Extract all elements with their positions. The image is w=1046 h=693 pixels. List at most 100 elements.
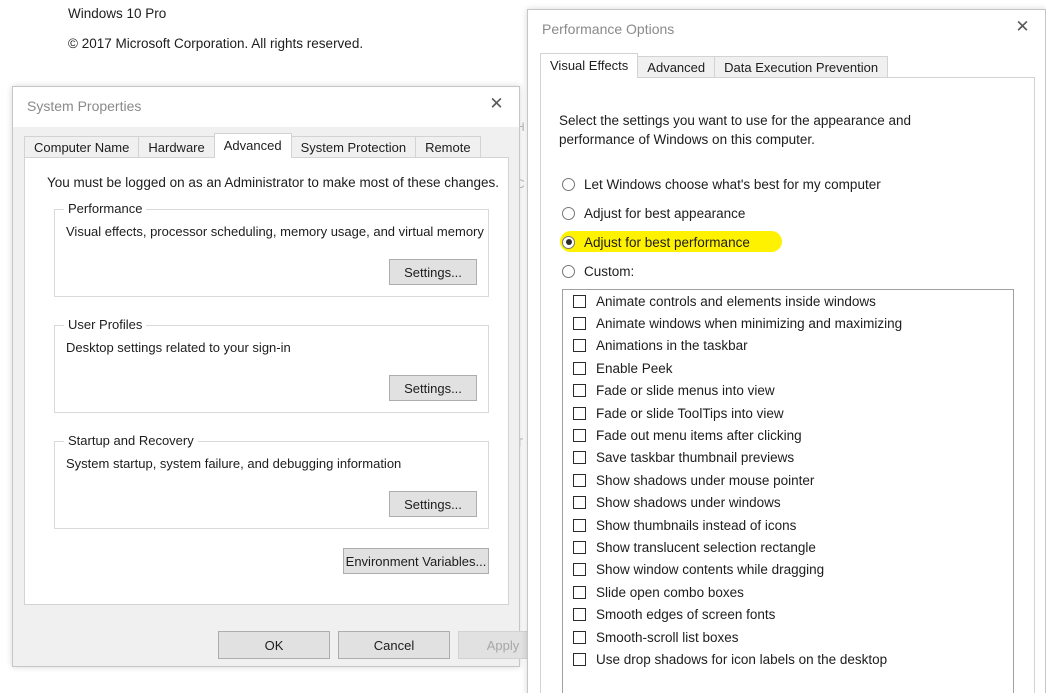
- tab-system-protection[interactable]: System Protection: [291, 136, 417, 158]
- radio-indicator: [562, 265, 575, 278]
- advanced-tab-panel: You must be logged on as an Administrato…: [24, 157, 509, 605]
- startup-recovery-group: Startup and Recovery System startup, sys…: [54, 441, 489, 529]
- list-item[interactable]: Smooth edges of screen fonts: [563, 603, 1013, 625]
- startup-recovery-group-legend: Startup and Recovery: [64, 433, 198, 448]
- system-properties-tabstrip: Computer Name Hardware Advanced System P…: [24, 133, 480, 158]
- list-item[interactable]: Animate windows when minimizing and maxi…: [563, 312, 1013, 334]
- windows-copyright-label: © 2017 Microsoft Corporation. All rights…: [68, 36, 363, 51]
- checkbox-icon[interactable]: [573, 563, 586, 576]
- radio-let-windows-choose[interactable]: Let Windows choose what's best for my co…: [562, 173, 881, 195]
- system-properties-window: System Properties ✕ Computer Name Hardwa…: [12, 86, 520, 667]
- list-item-label: Smooth-scroll list boxes: [596, 630, 739, 645]
- performance-options-window: Performance Options ✕ Visual Effects Adv…: [527, 9, 1046, 693]
- checkbox-icon[interactable]: [573, 451, 586, 464]
- list-item-label: Enable Peek: [596, 361, 673, 376]
- radio-indicator: [562, 207, 575, 220]
- list-item-label: Show translucent selection rectangle: [596, 540, 816, 555]
- visual-effects-intro-line-2: performance of Windows on this computer.: [559, 130, 959, 149]
- list-item[interactable]: Smooth-scroll list boxes: [563, 626, 1013, 648]
- checkbox-icon[interactable]: [573, 407, 586, 420]
- administrator-notice: You must be logged on as an Administrato…: [47, 175, 499, 190]
- list-item[interactable]: Fade or slide menus into view: [563, 380, 1013, 402]
- list-item[interactable]: Show translucent selection rectangle: [563, 536, 1013, 558]
- screen: Windows 10 Pro © 2017 Microsoft Corporat…: [0, 0, 1046, 693]
- list-item-label: Smooth edges of screen fonts: [596, 607, 775, 622]
- visual-effects-listbox[interactable]: Animate controls and elements inside win…: [562, 289, 1014, 693]
- radio-label: Adjust for best appearance: [584, 206, 745, 221]
- performance-group-description: Visual effects, processor scheduling, me…: [66, 224, 484, 239]
- radio-adjust-best-appearance[interactable]: Adjust for best appearance: [562, 202, 745, 224]
- list-item[interactable]: Save taskbar thumbnail previews: [563, 447, 1013, 469]
- tab-advanced[interactable]: Advanced: [214, 133, 292, 158]
- radio-indicator-selected: [562, 236, 575, 249]
- checkbox-icon[interactable]: [573, 339, 586, 352]
- user-profiles-settings-button[interactable]: Settings...: [389, 375, 477, 401]
- list-item[interactable]: Show window contents while dragging: [563, 559, 1013, 581]
- tab-computer-name[interactable]: Computer Name: [24, 136, 139, 158]
- checkbox-icon[interactable]: [573, 608, 586, 621]
- radio-label: Let Windows choose what's best for my co…: [584, 177, 881, 192]
- list-item[interactable]: Show shadows under mouse pointer: [563, 469, 1013, 491]
- radio-indicator: [562, 178, 575, 191]
- visual-effects-tab-panel: Select the settings you want to use for …: [540, 77, 1035, 693]
- checkbox-icon[interactable]: [573, 474, 586, 487]
- checkbox-icon[interactable]: [573, 295, 586, 308]
- list-item[interactable]: Enable Peek: [563, 357, 1013, 379]
- list-item[interactable]: Animate controls and elements inside win…: [563, 290, 1013, 312]
- list-item[interactable]: Show shadows under windows: [563, 492, 1013, 514]
- performance-options-titlebar: Performance Options ✕: [528, 10, 1045, 50]
- system-properties-title: System Properties: [27, 98, 141, 114]
- checkbox-icon[interactable]: [573, 653, 586, 666]
- checkbox-icon[interactable]: [573, 519, 586, 532]
- checkbox-icon[interactable]: [573, 586, 586, 599]
- close-icon[interactable]: ✕: [474, 87, 519, 119]
- tab-advanced[interactable]: Advanced: [637, 56, 715, 78]
- list-item[interactable]: Fade or slide ToolTips into view: [563, 402, 1013, 424]
- radio-label: Custom:: [584, 264, 634, 279]
- list-item[interactable]: Fade out menu items after clicking: [563, 424, 1013, 446]
- checkbox-icon[interactable]: [573, 317, 586, 330]
- list-item[interactable]: Slide open combo boxes: [563, 581, 1013, 603]
- checkbox-icon[interactable]: [573, 631, 586, 644]
- performance-group: Performance Visual effects, processor sc…: [54, 209, 489, 297]
- user-profiles-group: User Profiles Desktop settings related t…: [54, 325, 489, 413]
- list-item[interactable]: Animations in the taskbar: [563, 335, 1013, 357]
- performance-options-tabstrip: Visual Effects Advanced Data Execution P…: [540, 53, 887, 78]
- list-item[interactable]: Show thumbnails instead of icons: [563, 514, 1013, 536]
- radio-adjust-best-performance[interactable]: Adjust for best performance: [562, 231, 750, 253]
- list-item-label: Show thumbnails instead of icons: [596, 518, 796, 533]
- tab-remote[interactable]: Remote: [415, 136, 481, 158]
- checkbox-icon[interactable]: [573, 541, 586, 554]
- tab-hardware[interactable]: Hardware: [138, 136, 214, 158]
- list-item-label: Show shadows under windows: [596, 495, 781, 510]
- tab-data-execution-prevention[interactable]: Data Execution Prevention: [714, 56, 888, 78]
- startup-recovery-settings-button[interactable]: Settings...: [389, 491, 477, 517]
- visual-effects-intro-line-1: Select the settings you want to use for …: [559, 111, 959, 130]
- list-item[interactable]: Use drop shadows for icon labels on the …: [563, 648, 1013, 670]
- list-item-label: Show window contents while dragging: [596, 562, 824, 577]
- user-profiles-group-legend: User Profiles: [64, 317, 146, 332]
- environment-variables-button[interactable]: Environment Variables...: [343, 548, 489, 574]
- performance-group-legend: Performance: [64, 201, 146, 216]
- cancel-button[interactable]: Cancel: [338, 631, 450, 659]
- checkbox-icon[interactable]: [573, 429, 586, 442]
- system-properties-titlebar: System Properties ✕: [13, 87, 519, 127]
- list-item-label: Animate windows when minimizing and maxi…: [596, 316, 902, 331]
- windows-edition-label: Windows 10 Pro: [68, 6, 166, 21]
- radio-label: Adjust for best performance: [584, 235, 750, 250]
- list-item-label: Fade or slide ToolTips into view: [596, 406, 784, 421]
- list-item-label: Save taskbar thumbnail previews: [596, 450, 794, 465]
- close-icon[interactable]: ✕: [1000, 10, 1045, 42]
- checkbox-icon[interactable]: [573, 384, 586, 397]
- radio-custom[interactable]: Custom:: [562, 260, 634, 282]
- list-item-label: Use drop shadows for icon labels on the …: [596, 652, 887, 667]
- visual-effects-intro: Select the settings you want to use for …: [559, 111, 959, 149]
- performance-options-title: Performance Options: [542, 21, 674, 37]
- list-item-label: Fade out menu items after clicking: [596, 428, 802, 443]
- tab-visual-effects[interactable]: Visual Effects: [540, 53, 638, 78]
- performance-settings-button[interactable]: Settings...: [389, 259, 477, 285]
- list-item-label: Slide open combo boxes: [596, 585, 744, 600]
- checkbox-icon[interactable]: [573, 362, 586, 375]
- ok-button[interactable]: OK: [218, 631, 330, 659]
- checkbox-icon[interactable]: [573, 496, 586, 509]
